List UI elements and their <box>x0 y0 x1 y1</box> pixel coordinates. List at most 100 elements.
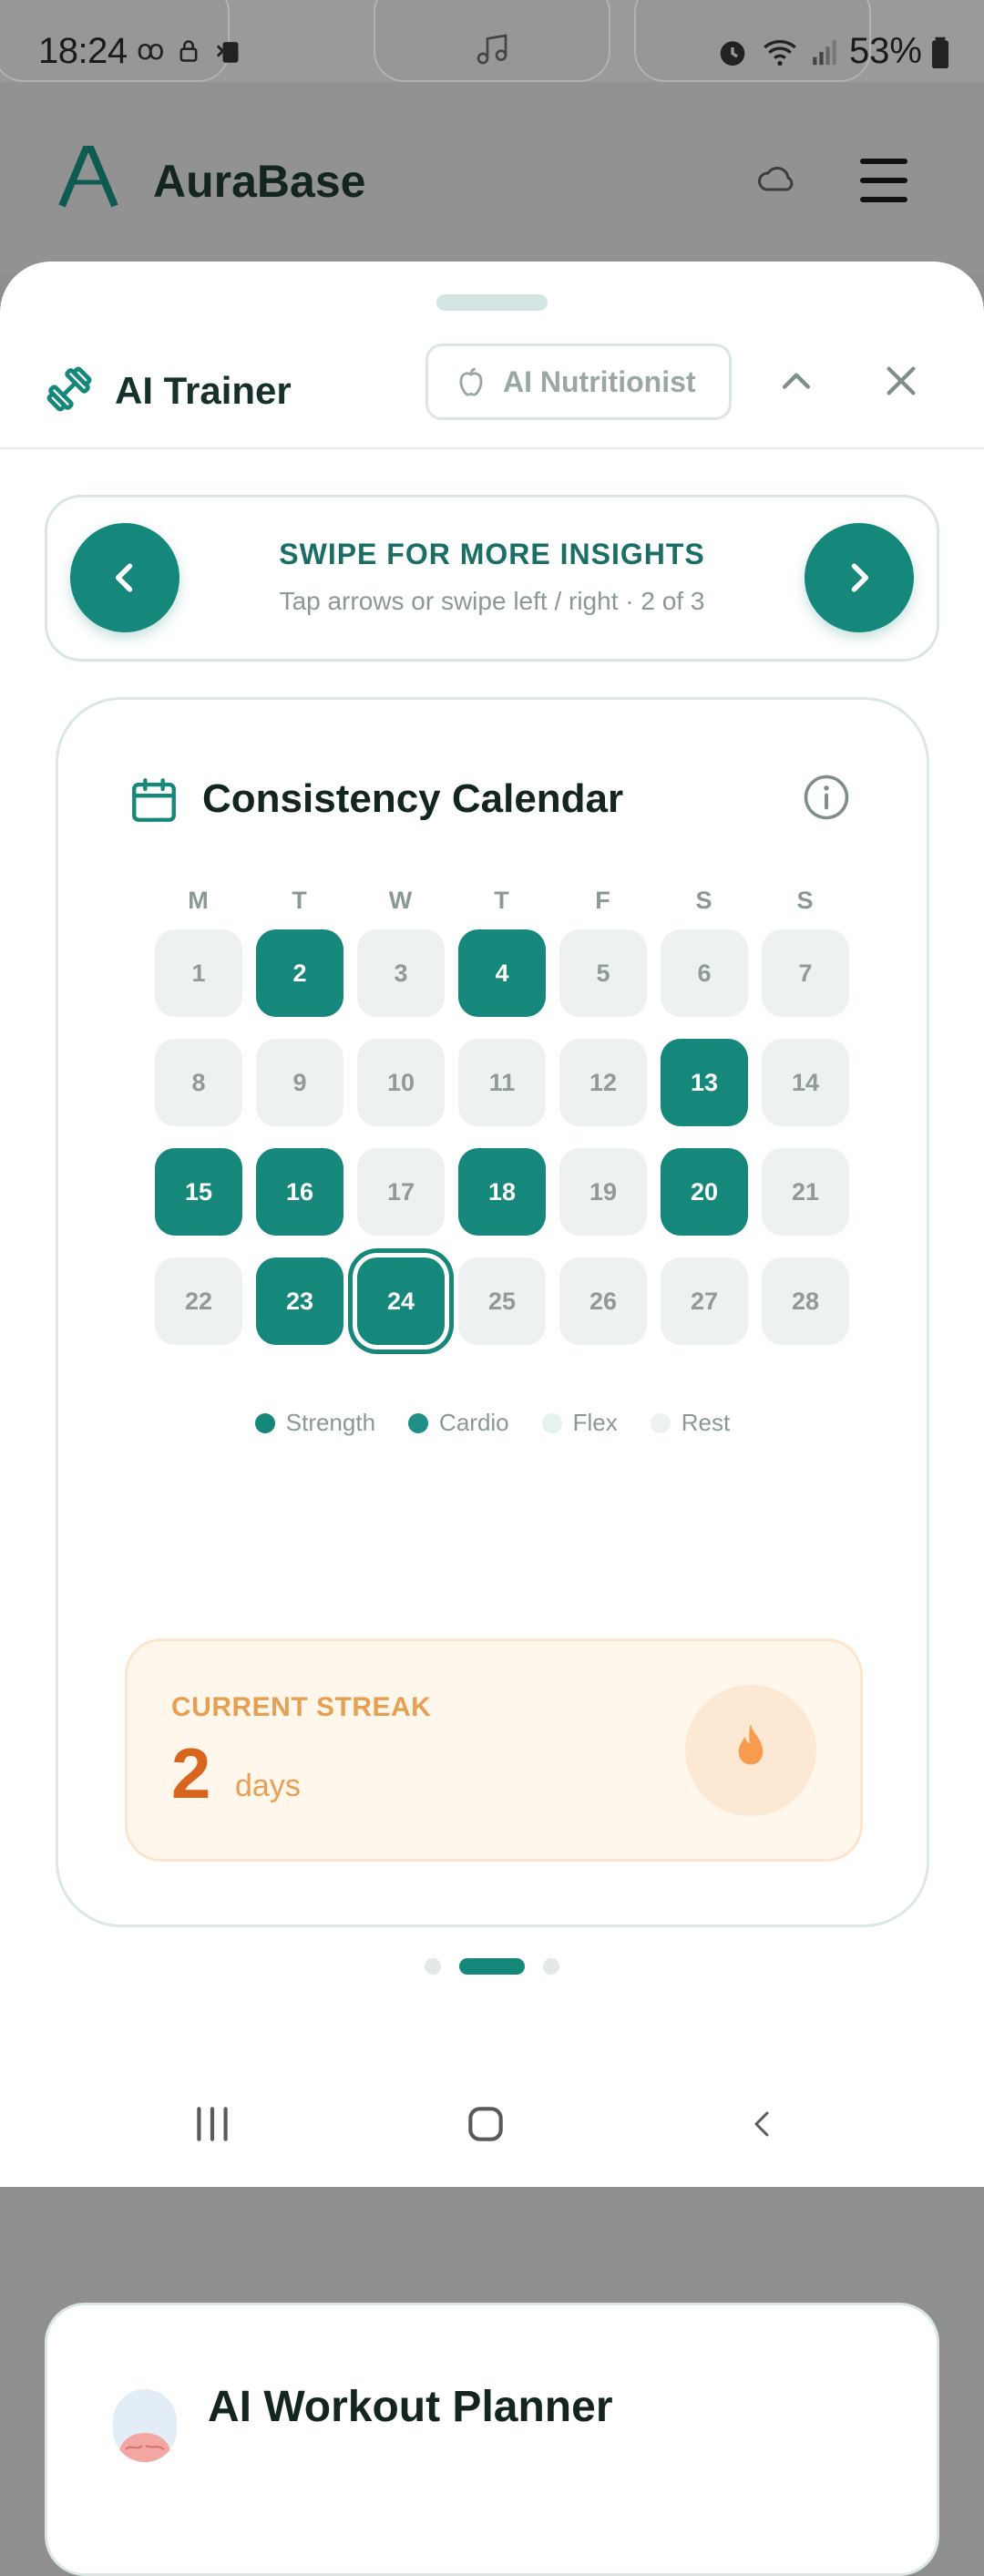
app-header <box>0 82 984 273</box>
calendar-day-today[interactable]: 24 <box>357 1257 445 1345</box>
calendar-legend: Strength Cardio Flex Rest <box>58 1409 927 1437</box>
calendar-icon <box>132 778 176 822</box>
legend-dot <box>650 1412 671 1433</box>
calendar-day[interactable]: 1 <box>155 929 242 1017</box>
calendar-day[interactable]: 6 <box>661 929 748 1017</box>
streak-unit: days <box>235 1769 301 1803</box>
legend-label: Cardio <box>439 1409 509 1436</box>
calendar-day[interactable]: 22 <box>155 1257 242 1345</box>
chevron-right-icon <box>851 563 869 592</box>
calendar-day[interactable]: 11 <box>458 1039 546 1126</box>
streak-label: CURRENT STREAK <box>171 1692 432 1722</box>
legend-label: Flex <box>572 1409 618 1436</box>
legend-item: Strength <box>254 1409 376 1437</box>
calendar-day[interactable]: 2 <box>256 929 343 1017</box>
apple-icon <box>459 367 483 396</box>
ai-workout-planner-card[interactable]: AI Workout Planner <box>45 2303 939 2576</box>
calendar-day[interactable]: 19 <box>559 1148 647 1236</box>
pager-dot[interactable] <box>543 1958 559 1975</box>
legend-label: Strength <box>285 1409 376 1436</box>
swipe-insights-banner: SWIPE FOR MORE INSIGHTS Tap arrows or sw… <box>45 495 939 662</box>
battery-icon <box>932 36 948 68</box>
wifi-icon <box>764 39 796 66</box>
pager-dot[interactable] <box>459 1958 525 1975</box>
flame-icon <box>738 1724 764 1765</box>
insights-pager <box>0 1958 984 1975</box>
calendar-day[interactable]: 27 <box>661 1257 748 1345</box>
ai-workout-planner-title: AI Workout Planner <box>208 2383 613 2431</box>
current-streak-card: CURRENT STREAK 2 days <box>125 1638 863 1862</box>
ai-nutritionist-button[interactable]: AI Nutritionist <box>425 344 732 420</box>
hamburger-menu-icon[interactable] <box>856 155 911 206</box>
chevron-up-icon[interactable] <box>776 362 816 402</box>
sheet-grabber[interactable] <box>436 294 548 311</box>
calendar-day[interactable]: 25 <box>458 1257 546 1345</box>
brand-name: AuraBase <box>153 156 366 207</box>
calendar-day[interactable]: 3 <box>357 929 445 1017</box>
weekday-label: F <box>595 887 610 914</box>
legend-label: Rest <box>681 1409 731 1436</box>
status-time: 18:24 <box>38 31 128 71</box>
status-bar: 18:24 ꝏ 53% <box>0 0 984 82</box>
calendar-day[interactable]: 21 <box>762 1148 849 1236</box>
calendar-day[interactable]: 9 <box>256 1039 343 1126</box>
weekday-label: S <box>796 887 814 914</box>
calendar-day[interactable]: 28 <box>762 1257 849 1345</box>
flame-badge <box>685 1685 816 1816</box>
sheet-title: AI Trainer <box>115 369 292 412</box>
calendar-day[interactable]: 20 <box>661 1148 748 1236</box>
calendar-day[interactable]: 23 <box>256 1257 343 1345</box>
calendar-day[interactable]: 4 <box>458 929 546 1017</box>
legend-item: Flex <box>541 1409 618 1437</box>
legend-dot <box>408 1412 429 1433</box>
home-icon[interactable] <box>460 2101 511 2147</box>
status-icons-left: ꝏ <box>137 35 249 67</box>
voicemail-icon: ꝏ <box>137 36 165 66</box>
calendar-day[interactable]: 7 <box>762 929 849 1017</box>
legend-item: Rest <box>650 1409 731 1437</box>
weekday-label: T <box>494 887 509 914</box>
calendar-day[interactable]: 13 <box>661 1039 748 1126</box>
brain-icon <box>113 2389 177 2462</box>
ai-trainer-sheet: AI Trainer AI Nutritionist SWIPE FOR MOR… <box>0 262 984 2576</box>
streak-value: 2 <box>171 1733 211 1813</box>
weekday-label: W <box>388 887 413 914</box>
calendar-day[interactable]: 8 <box>155 1039 242 1126</box>
signal-icon <box>813 39 836 65</box>
calendar-day[interactable]: 16 <box>256 1148 343 1236</box>
sheet-header: AI Trainer AI Nutritionist <box>0 344 984 449</box>
swipe-subtitle: Tap arrows or swipe left / right · 2 of … <box>279 587 705 615</box>
music-notification-tab <box>374 0 610 82</box>
calendar-day[interactable]: 17 <box>357 1148 445 1236</box>
back-icon[interactable] <box>745 2101 778 2147</box>
info-icon[interactable] <box>802 773 851 822</box>
brand-logo-icon <box>58 146 118 208</box>
battery-percent: 53% <box>848 31 922 71</box>
music-icon <box>477 34 507 65</box>
legend-dot <box>541 1412 562 1433</box>
calendar-day[interactable]: 5 <box>559 929 647 1017</box>
next-insight-button[interactable] <box>805 523 914 632</box>
calendar-day[interactable]: 15 <box>155 1148 242 1236</box>
pager-dot[interactable] <box>425 1958 441 1975</box>
calendar-day[interactable]: 12 <box>559 1039 647 1126</box>
ai-nutritionist-label: AI Nutritionist <box>503 364 696 398</box>
weekday-label: T <box>292 887 307 914</box>
calendar-day[interactable]: 26 <box>559 1257 647 1345</box>
screen-share-icon <box>216 41 239 63</box>
legend-item: Cardio <box>408 1409 509 1437</box>
calendar-day[interactable]: 18 <box>458 1148 546 1236</box>
alarm-icon <box>720 40 745 66</box>
weekday-header: MTWTFSS <box>148 887 856 915</box>
calendar-day[interactable]: 14 <box>762 1039 849 1126</box>
close-icon[interactable] <box>880 360 922 402</box>
lock-icon <box>179 39 198 62</box>
calendar-day[interactable]: 10 <box>357 1039 445 1126</box>
cloud-icon[interactable] <box>756 164 796 193</box>
swipe-title: SWIPE FOR MORE INSIGHTS <box>279 538 705 570</box>
status-icons-right: 53% <box>714 31 949 72</box>
weekday-label: M <box>188 887 209 914</box>
dumbbell-icon <box>46 366 92 412</box>
recent-apps-icon[interactable] <box>190 2101 235 2147</box>
consistency-calendar-card[interactable]: Consistency Calendar MTWTFSS 1 2 3 4 5 6 7 8 9 10… <box>56 697 929 1927</box>
